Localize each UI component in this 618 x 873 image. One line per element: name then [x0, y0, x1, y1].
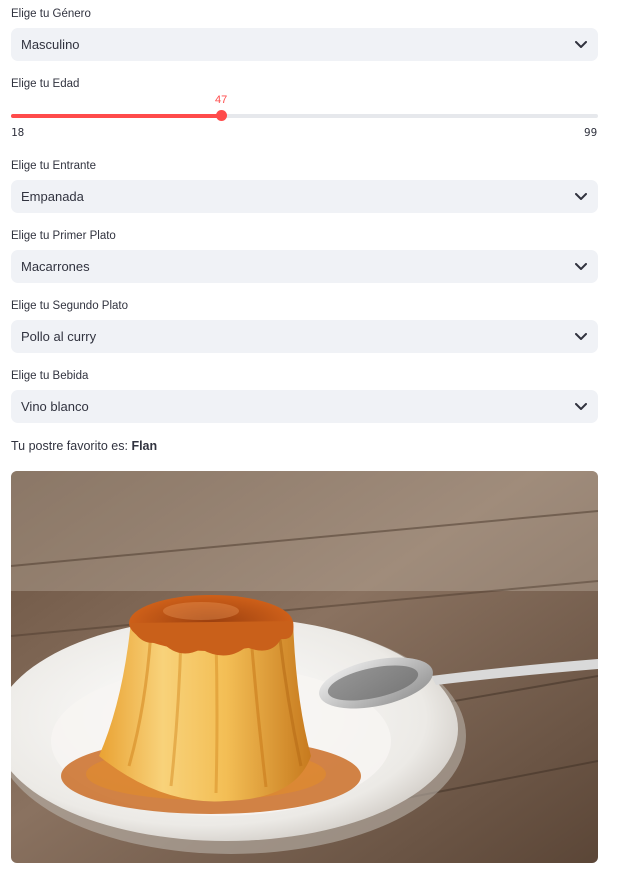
chevron-down-icon [574, 190, 588, 204]
starter-label: Elige tu Entrante [11, 160, 97, 172]
favorite-dessert-value: Flan [131, 439, 158, 453]
main-course-label: Elige tu Primer Plato [11, 230, 116, 242]
chevron-down-icon [574, 400, 588, 414]
dessert-image [11, 471, 598, 863]
chevron-down-icon [574, 330, 588, 344]
favorite-dessert-text: Tu postre favorito es: Flan [11, 439, 157, 453]
age-max-label: 99 [584, 126, 598, 139]
starter-select-value: Empanada [21, 189, 84, 204]
age-slider-value: 47 [215, 94, 228, 106]
age-slider-thumb[interactable] [216, 110, 228, 121]
gender-label: Elige tu Género [11, 8, 91, 20]
drink-select-value: Vino blanco [21, 399, 89, 414]
gender-select-value: Masculino [21, 37, 80, 52]
starter-select[interactable]: Empanada [11, 180, 598, 213]
age-min-label: 18 [11, 126, 25, 139]
drink-label: Elige tu Bebida [11, 370, 89, 382]
drink-select[interactable]: Vino blanco [11, 390, 598, 423]
gender-select[interactable]: Masculino [11, 28, 598, 61]
main-course-select[interactable]: Macarrones [11, 250, 598, 283]
main-course-select-value: Macarrones [21, 259, 90, 274]
second-course-select[interactable]: Pollo al curry [11, 320, 598, 353]
second-course-select-value: Pollo al curry [21, 329, 97, 344]
chevron-down-icon [574, 260, 588, 274]
age-slider[interactable] [11, 110, 598, 121]
age-slider-fill [11, 114, 222, 118]
age-label: Elige tu Edad [11, 78, 80, 90]
favorite-dessert-prefix: Tu postre favorito es: [11, 439, 132, 453]
second-course-label: Elige tu Segundo Plato [11, 300, 129, 312]
chevron-down-icon [574, 38, 588, 52]
